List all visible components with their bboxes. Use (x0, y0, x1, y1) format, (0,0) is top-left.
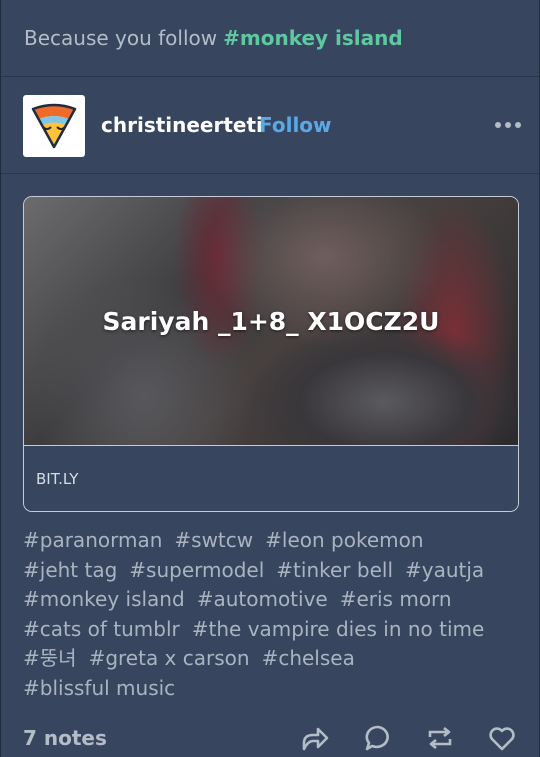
tag-list: #paranorman #swtcw #leon pokemon #jeht tag… (23, 526, 523, 704)
tag-link[interactable]: #뚱녀 (23, 646, 77, 670)
tag-link[interactable]: #paranorman (23, 528, 162, 552)
tag-link[interactable]: #yautja (405, 558, 484, 582)
tag-link[interactable]: #the vampire dies in no time (192, 617, 485, 641)
username-link[interactable]: christineerteti (101, 113, 263, 137)
reblog-icon[interactable] (425, 723, 455, 753)
tag-link[interactable]: #automotive (197, 587, 328, 611)
link-preview-image: Sariyah _1+8_ X1OCZ2U (24, 197, 518, 445)
tag-link[interactable]: #blissful music (23, 676, 175, 700)
tag-link[interactable]: #monkey island (23, 587, 185, 611)
follow-button[interactable]: Follow (259, 113, 332, 137)
tag-link[interactable]: #jeht tag (23, 558, 117, 582)
tag-link[interactable]: #chelsea (262, 646, 355, 670)
like-icon[interactable] (487, 723, 517, 753)
tag-link[interactable]: #supermodel (129, 558, 264, 582)
tag-link[interactable]: #greta x carson (89, 646, 250, 670)
more-options-icon[interactable] (495, 115, 521, 133)
avatar[interactable] (23, 95, 85, 157)
notes-count[interactable]: 7 notes (23, 726, 107, 750)
reason-tag-link[interactable]: #monkey island (223, 26, 403, 50)
tag-link[interactable]: #swtcw (174, 528, 253, 552)
share-icon[interactable] (300, 723, 330, 753)
reason-text: Because you follow (24, 26, 218, 50)
tag-link[interactable]: #leon pokemon (265, 528, 423, 552)
recommendation-reason: Because you follow #monkey island (1, 0, 539, 77)
link-preview-card[interactable]: Sariyah _1+8_ X1OCZ2U BIT.LY (23, 196, 519, 512)
link-title: Sariyah _1+8_ X1OCZ2U (102, 307, 440, 336)
reply-icon[interactable] (363, 723, 393, 753)
post-footer: 7 notes (1, 716, 539, 757)
post-card: Because you follow #monkey island christ… (0, 0, 540, 757)
post-header: christineerteti Follow (1, 77, 539, 174)
tag-link[interactable]: #cats of tumblr (23, 617, 180, 641)
pizza-slice-face-icon (31, 103, 77, 149)
tag-link[interactable]: #tinker bell (276, 558, 393, 582)
tag-link[interactable]: #eris morn (340, 587, 452, 611)
link-footer: BIT.LY (24, 445, 518, 511)
link-host: BIT.LY (36, 470, 79, 488)
